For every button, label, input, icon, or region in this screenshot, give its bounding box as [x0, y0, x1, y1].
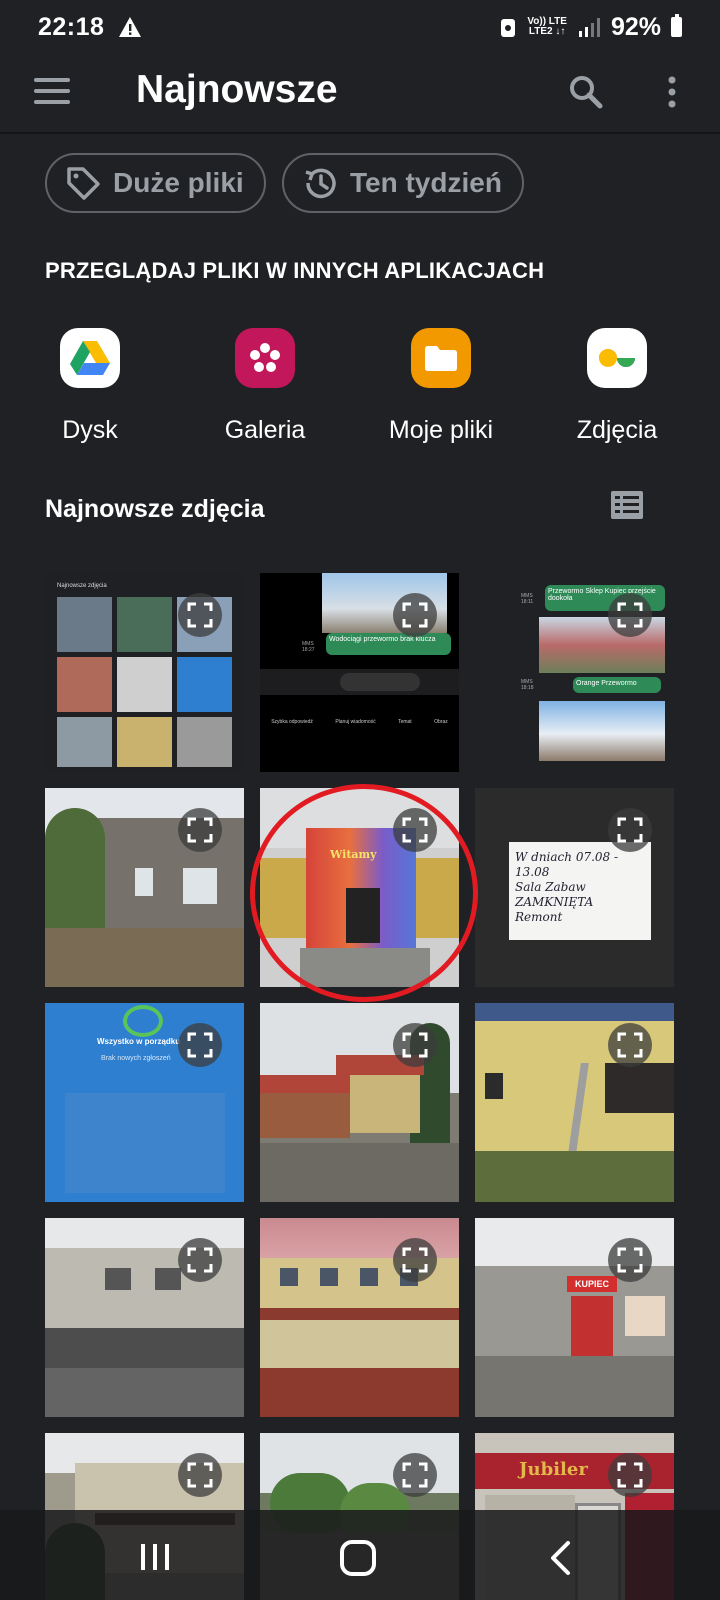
photo-tile[interactable]: Wszystko w porządku Brak nowych zgłoszeń — [45, 1003, 244, 1202]
app-bar: Najnowsze — [0, 54, 720, 134]
menu-icon[interactable] — [34, 78, 70, 108]
app-label: Moje pliki — [388, 416, 494, 444]
network-volte: Vo)) LTE LTE2 ↓↑ — [527, 16, 567, 37]
recent-apps-icon[interactable] — [138, 1542, 172, 1572]
expand-icon[interactable] — [178, 1023, 222, 1067]
my-files-icon — [411, 328, 471, 388]
home-icon[interactable] — [340, 1540, 376, 1576]
tile-caption: Wodociągi przewormo brak klucza — [326, 633, 451, 655]
tile-caption: Jubiler — [519, 1459, 588, 1480]
chip-label: Duże pliki — [113, 167, 244, 198]
expand-icon[interactable] — [393, 1453, 437, 1497]
app-my-files[interactable]: Moje pliki — [366, 328, 516, 445]
expand-icon[interactable] — [608, 593, 652, 637]
tag-icon — [67, 167, 100, 200]
chip-large-files[interactable]: Duże pliki — [45, 153, 266, 213]
expand-icon[interactable] — [178, 1453, 222, 1497]
tile-caption: Orange Przewormo — [573, 677, 661, 693]
tile-caption: Wszystko w porządku — [97, 1037, 181, 1046]
app-label: Dysk — [62, 416, 118, 444]
list-view-icon[interactable] — [610, 490, 644, 520]
app-photos[interactable]: Zdjęcia — [542, 328, 692, 445]
tile-caption: Szybka odpowiedź — [271, 719, 313, 725]
photo-tile[interactable] — [45, 1218, 244, 1417]
photo-tile[interactable]: Najnowsze zdjęcia — [45, 573, 244, 772]
chip-label: Ten tydzień — [350, 167, 502, 198]
search-icon[interactable] — [566, 72, 606, 112]
expand-icon[interactable] — [178, 808, 222, 852]
chip-this-week[interactable]: Ten tydzień — [282, 153, 524, 213]
expand-icon[interactable] — [178, 593, 222, 637]
navigation-bar — [0, 1510, 720, 1600]
gallery-icon — [235, 328, 295, 388]
photo-tile[interactable]: Wodociągi przewormo brak klucza MMS 18:2… — [260, 573, 459, 772]
photo-tile[interactable] — [45, 788, 244, 987]
more-vert-icon[interactable] — [652, 72, 692, 112]
battery-icon — [671, 14, 682, 37]
photo-tile[interactable] — [475, 1003, 674, 1202]
tile-caption: Remont — [515, 910, 563, 924]
tile-caption: Obraz — [434, 719, 448, 725]
tile-caption: W dniach 07.08 - 13.08 — [515, 850, 619, 879]
tile-caption: Najnowsze zdjęcia — [57, 583, 107, 589]
app-gallery[interactable]: Galeria — [190, 328, 340, 445]
tile-caption: Brak nowych zgłoszeń — [101, 1055, 171, 1062]
status-bar: 22:18 Vo)) LTE LTE2 ↓↑ 92% — [0, 0, 720, 54]
photo-tile[interactable] — [260, 1218, 459, 1417]
google-drive-icon — [60, 328, 120, 388]
signal-icon — [578, 18, 600, 37]
data-saver-icon — [501, 19, 516, 37]
warning-icon — [119, 17, 142, 37]
expand-icon[interactable] — [608, 1453, 652, 1497]
photo-tile[interactable]: Przewormo Sklep Kupiec przejście dookoła… — [475, 573, 674, 772]
tile-caption: MMS 18:18 — [521, 679, 534, 691]
tile-caption: ZAMKNIĘTA — [515, 895, 594, 909]
expand-icon[interactable] — [393, 1238, 437, 1282]
page-title: Najnowsze — [136, 68, 338, 111]
app-label: Galeria — [224, 416, 306, 444]
tile-caption: MMS 18:11 — [521, 593, 534, 605]
highlight-circle — [250, 784, 478, 1002]
browse-apps-heading: PRZEGLĄDAJ PLIKI W INNYCH APLIKACJACH — [45, 258, 545, 283]
status-time: 22:18 — [38, 12, 105, 41]
tile-caption: Planuj wiadomość — [335, 719, 376, 725]
expand-icon[interactable] — [178, 1238, 222, 1282]
photo-tile[interactable] — [260, 1003, 459, 1202]
recent-photos-heading: Najnowsze zdjęcia — [45, 495, 265, 523]
history-icon — [305, 168, 336, 199]
app-label: Zdjęcia — [576, 416, 658, 444]
app-drive[interactable]: Dysk — [15, 328, 165, 445]
photo-tile[interactable]: KUPIEC — [475, 1218, 674, 1417]
expand-icon[interactable] — [393, 1023, 437, 1067]
tile-caption: KUPIEC — [567, 1276, 617, 1292]
expand-icon[interactable] — [608, 1238, 652, 1282]
back-icon[interactable] — [548, 1540, 572, 1576]
tile-caption: Temat — [398, 719, 412, 725]
tile-caption: Sala Zabaw — [515, 880, 586, 894]
photo-tile[interactable]: W dniach 07.08 - 13.08 Sala Zabaw ZAMKNI… — [475, 788, 674, 987]
expand-icon[interactable] — [608, 808, 652, 852]
google-photos-icon — [587, 328, 647, 388]
battery-percent: 92% — [610, 12, 661, 41]
expand-icon[interactable] — [608, 1023, 652, 1067]
tile-caption: MMS 18:27 — [302, 641, 315, 653]
expand-icon[interactable] — [393, 593, 437, 637]
